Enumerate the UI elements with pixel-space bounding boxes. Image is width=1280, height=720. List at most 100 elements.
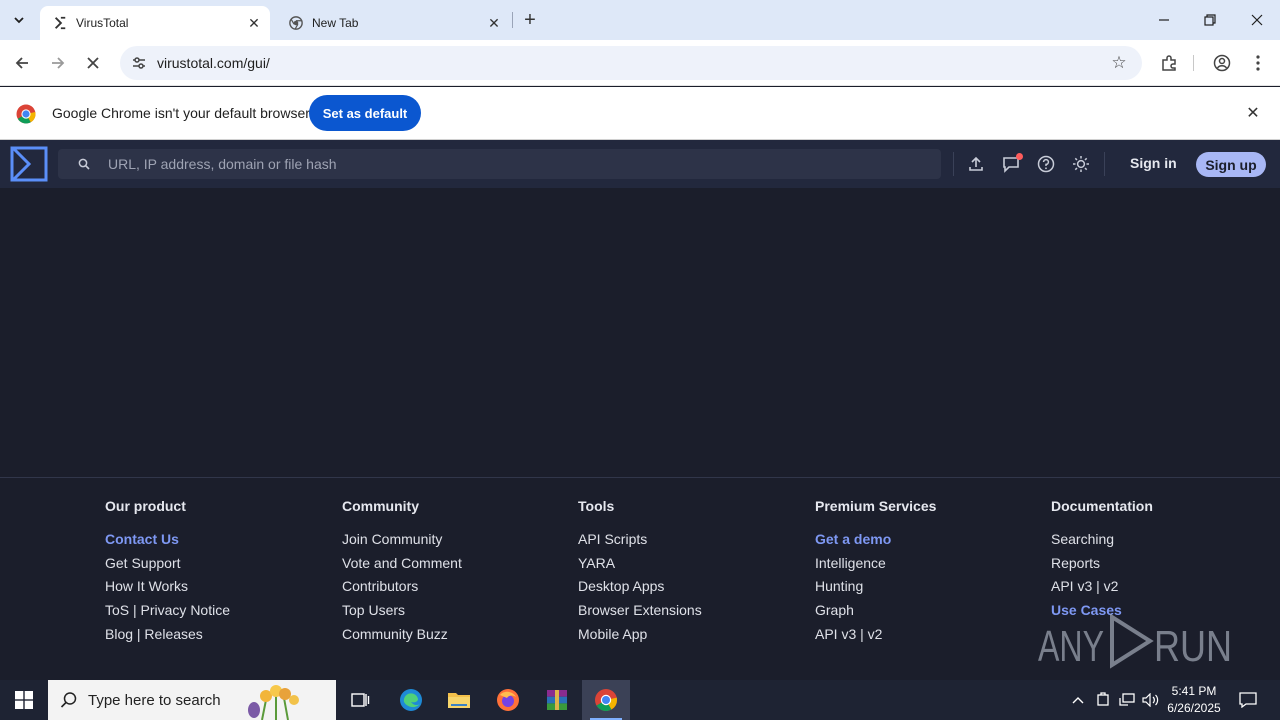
footer-link-api-docs[interactable]: API v3 | v2 [1051, 575, 1153, 599]
infobar-message: Google Chrome isn't your default browser [52, 105, 310, 121]
taskbar-winrar[interactable] [533, 680, 581, 720]
notification-center-button[interactable] [1234, 680, 1262, 720]
svg-text:RUN: RUN [1154, 622, 1232, 671]
anyrun-watermark-logo: ANY RUN [1038, 613, 1232, 671]
sign-up-button[interactable]: Sign up [1196, 152, 1266, 177]
footer-link-graph[interactable]: Graph [815, 599, 936, 623]
footer-column-tools: Tools API Scripts YARA Desktop Apps Brow… [578, 498, 702, 647]
footer-link-contact-us[interactable]: Contact Us [105, 528, 230, 552]
default-browser-infobar: Google Chrome isn't your default browser… [0, 87, 1280, 140]
footer-link-join-community[interactable]: Join Community [342, 528, 462, 552]
close-window-button[interactable] [1234, 0, 1280, 40]
tab-virustotal[interactable]: VirusTotal ✕ [40, 6, 270, 40]
back-button[interactable] [8, 49, 36, 77]
chevron-up-icon [1072, 697, 1084, 704]
task-view-icon [351, 693, 370, 707]
arrow-left-icon [15, 57, 28, 69]
footer-column-premium-services: Premium Services Get a demo Intelligence… [815, 498, 936, 647]
footer-link-api-scripts[interactable]: API Scripts [578, 528, 702, 552]
taskbar-firefox[interactable] [484, 680, 532, 720]
taskbar-search-input[interactable]: Type here to search [48, 680, 336, 720]
tray-device-icon[interactable] [1092, 680, 1114, 720]
footer-link-api-premium[interactable]: API v3 | v2 [815, 623, 936, 647]
address-url: virustotal.com/gui/ [157, 55, 270, 71]
taskbar-file-explorer[interactable] [435, 680, 483, 720]
header-separator [953, 152, 954, 176]
taskbar-clock[interactable]: 5:41 PM 6/26/2025 [1160, 683, 1228, 717]
infobar-close-icon[interactable]: ✕ [1242, 102, 1264, 124]
address-bar[interactable]: virustotal.com/gui/ ☆ [120, 46, 1142, 80]
header-separator [1104, 152, 1105, 176]
stop-loading-button[interactable] [79, 49, 107, 77]
network-icon[interactable] [1116, 680, 1138, 720]
footer-column-community: Community Join Community Vote and Commen… [342, 498, 462, 647]
show-hidden-icons-button[interactable] [1068, 680, 1088, 720]
svg-text:ANY: ANY [1038, 622, 1104, 671]
footer-link-vote-comment[interactable]: Vote and Comment [342, 552, 462, 576]
windows-logo-icon [15, 691, 33, 709]
search-placeholder: URL, IP address, domain or file hash [108, 156, 337, 172]
vt-search-input[interactable]: URL, IP address, domain or file hash [58, 149, 941, 179]
minimize-button[interactable] [1141, 0, 1187, 40]
virustotal-logo-icon[interactable] [10, 146, 48, 182]
upload-icon[interactable] [964, 152, 988, 176]
task-view-button[interactable] [336, 680, 384, 720]
footer-link-hunting[interactable]: Hunting [815, 575, 936, 599]
footer-link-tos-privacy[interactable]: ToS | Privacy Notice [105, 599, 230, 623]
tab-title: New Tab [312, 16, 359, 30]
footer-link-reports[interactable]: Reports [1051, 552, 1153, 576]
browser-toolbar: virustotal.com/gui/ ☆ [0, 40, 1280, 86]
taskbar-edge[interactable] [387, 680, 435, 720]
start-button[interactable] [0, 680, 48, 720]
tab-new-tab[interactable]: New Tab ✕ [276, 6, 510, 40]
bookmark-star-icon[interactable]: ☆ [1108, 53, 1130, 73]
kebab-menu-icon [1256, 55, 1260, 71]
tab-separator [512, 12, 513, 28]
footer-link-searching[interactable]: Searching [1051, 528, 1153, 552]
footer-column-our-product: Our product Contact Us Get Support How I… [105, 498, 230, 647]
footer-heading: Premium Services [815, 498, 937, 514]
close-icon [1251, 14, 1263, 26]
theme-toggle-icon[interactable] [1069, 152, 1093, 176]
chevron-down-icon [14, 17, 24, 24]
taskbar-search-placeholder: Type here to search [88, 691, 221, 709]
footer-link-community-buzz[interactable]: Community Buzz [342, 623, 462, 647]
tab-strip: VirusTotal ✕ New Tab ✕ + [0, 0, 1280, 40]
footer-heading: Our product [105, 498, 186, 514]
tab-close-icon[interactable]: ✕ [244, 13, 264, 33]
set-as-default-button[interactable]: Set as default [309, 95, 421, 131]
footer-link-yara[interactable]: YARA [578, 552, 702, 576]
footer-link-get-support[interactable]: Get Support [105, 552, 230, 576]
new-tab-button[interactable]: + [518, 8, 542, 32]
chrome-menu-button[interactable] [1244, 49, 1272, 77]
footer-link-mobile-app[interactable]: Mobile App [578, 623, 702, 647]
footer-link-top-users[interactable]: Top Users [342, 599, 462, 623]
profile-button[interactable] [1208, 49, 1236, 77]
winrar-icon [547, 690, 567, 710]
footer-column-documentation: Documentation Searching Reports API v3 |… [1051, 498, 1153, 623]
minimize-icon [1159, 19, 1169, 21]
extensions-button[interactable] [1155, 49, 1183, 77]
firefox-icon [497, 689, 519, 711]
footer-link-contributors[interactable]: Contributors [342, 575, 462, 599]
footer-link-intelligence[interactable]: Intelligence [815, 552, 936, 576]
footer-link-get-a-demo[interactable]: Get a demo [815, 528, 936, 552]
site-info-icon[interactable] [130, 55, 148, 71]
footer-link-browser-extensions[interactable]: Browser Extensions [578, 599, 702, 623]
restore-icon [1204, 14, 1216, 26]
clock-date: 6/26/2025 [1167, 701, 1221, 715]
edge-icon [400, 689, 422, 711]
help-icon[interactable] [1034, 152, 1058, 176]
sign-in-link[interactable]: Sign in [1130, 155, 1177, 171]
search-highlight-flowers-icon [248, 685, 299, 720]
footer-link-desktop-apps[interactable]: Desktop Apps [578, 575, 702, 599]
taskbar-chrome[interactable] [582, 680, 630, 720]
volume-icon[interactable] [1140, 680, 1162, 720]
chrome-favicon-icon [288, 15, 304, 31]
footer-link-how-it-works[interactable]: How It Works [105, 575, 230, 599]
footer-link-blog-releases[interactable]: Blog | Releases [105, 623, 230, 647]
tab-close-icon[interactable]: ✕ [484, 13, 504, 33]
forward-button[interactable] [44, 49, 72, 77]
restore-button[interactable] [1187, 0, 1233, 40]
tab-search-button[interactable] [6, 7, 32, 33]
